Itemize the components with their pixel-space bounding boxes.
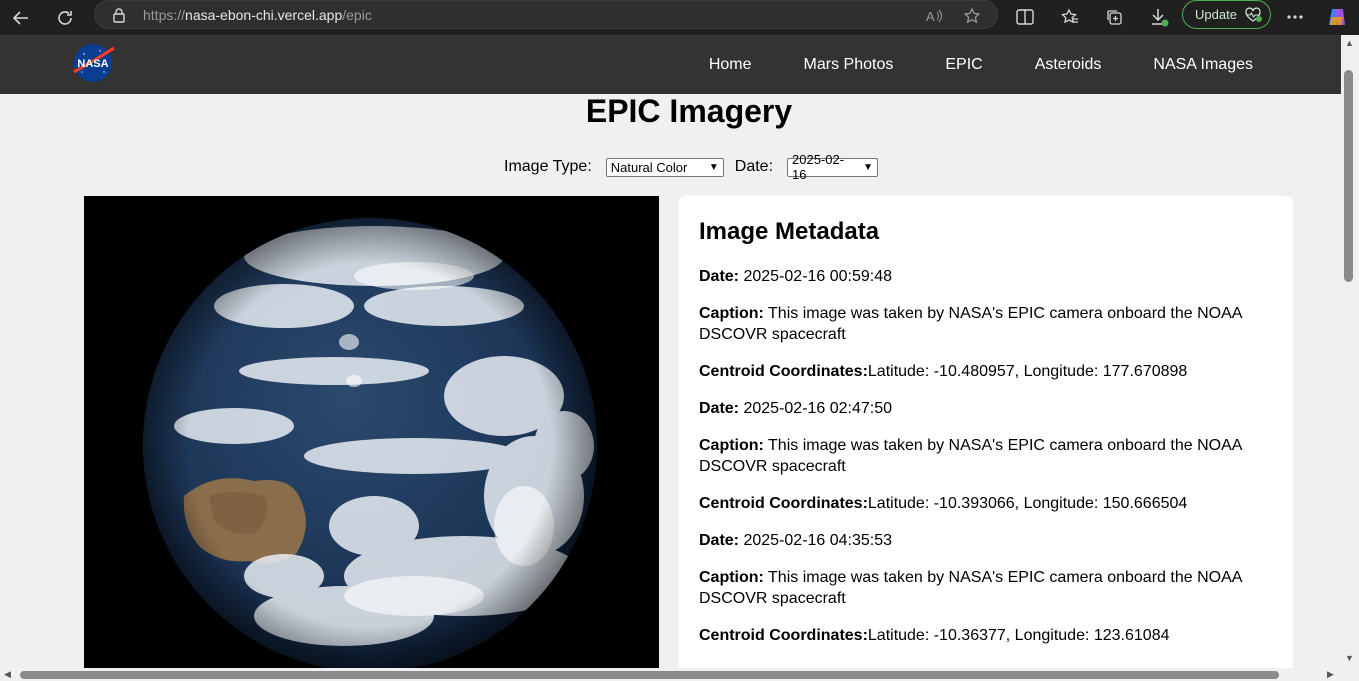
nav-asteroids[interactable]: Asteroids: [1035, 56, 1102, 74]
nasa-logo[interactable]: NASA: [70, 42, 116, 84]
scroll-down-icon[interactable]: ▼: [1345, 653, 1354, 663]
svg-text:A: A: [926, 9, 935, 24]
meta-coords-value: Latitude: -10.480957, Longitude: 177.670…: [867, 363, 1188, 380]
image-type-select[interactable]: Natural Color ▼: [605, 157, 724, 177]
image-type-label: Image Type:: [504, 158, 592, 175]
page-title: EPIC Imagery: [585, 93, 793, 129]
scroll-right-icon[interactable]: ▶: [1327, 669, 1334, 680]
downloads-icon[interactable]: [1146, 4, 1172, 30]
url-text[interactable]: https://nasa-ebon-chi.vercel.app/epic: [143, 7, 372, 23]
meta-caption: Caption: This image was taken by NASA's …: [699, 567, 1273, 609]
epic-earth-image: [84, 196, 659, 668]
chevron-down-icon: ▼: [863, 161, 874, 173]
split-screen-icon[interactable]: [1012, 4, 1038, 30]
meta-coords-label: Centroid Coordinates:: [699, 627, 868, 644]
meta-date-label: Date:: [699, 268, 740, 285]
nav-epic[interactable]: EPIC: [945, 56, 982, 74]
meta-caption-value: This image was taken by NASA's EPIC came…: [699, 569, 1242, 607]
meta-coords: Centroid Coordinates:Latitude: -10.36377…: [699, 625, 1273, 646]
nav-nasa-images[interactable]: NASA Images: [1153, 56, 1253, 74]
filter-controls: Image Type: Natural Color ▼ Date: 2025-0…: [504, 152, 879, 182]
meta-date-label: Date:: [699, 532, 740, 549]
meta-coords-label: Centroid Coordinates:: [699, 495, 868, 512]
meta-caption: Caption: This image was taken by NASA's …: [699, 303, 1273, 345]
nav-home[interactable]: Home: [709, 56, 752, 74]
meta-coords-label: Centroid Coordinates:: [699, 363, 868, 380]
nav-mars-photos[interactable]: Mars Photos: [804, 56, 894, 74]
url-host: nasa-ebon-chi.vercel.app: [185, 7, 343, 23]
image-type-value: Natural Color: [610, 159, 688, 175]
svg-text:NASA: NASA: [77, 58, 108, 70]
meta-coords-value: Latitude: -10.393066, Longitude: 150.666…: [867, 495, 1188, 512]
metadata-heading: Image Metadata: [699, 218, 880, 245]
collections-icon[interactable]: [1101, 4, 1127, 30]
scroll-up-icon[interactable]: ▲: [1345, 38, 1354, 48]
meta-coords: Centroid Coordinates:Latitude: -10.39306…: [699, 493, 1273, 514]
meta-caption-label: Caption:: [699, 305, 764, 322]
chevron-down-icon: ▼: [708, 161, 719, 173]
url-path: /epic: [342, 7, 372, 23]
meta-date-label: Date:: [699, 400, 740, 417]
url-scheme: https://: [143, 7, 186, 23]
date-value: 2025-02-16: [792, 152, 845, 182]
update-button[interactable]: Update: [1182, 0, 1271, 29]
meta-date: Date: 2025-02-16 04:35:53: [699, 530, 1273, 551]
meta-date-value: 2025-02-16 00:59:48: [743, 268, 893, 285]
meta-caption-value: This image was taken by NASA's EPIC came…: [699, 437, 1242, 475]
read-aloud-icon[interactable]: A: [924, 6, 944, 26]
meta-caption-label: Caption:: [699, 437, 764, 454]
heart-pulse-icon: [1244, 7, 1262, 26]
meta-date: Date: 2025-02-16 00:59:48: [699, 266, 1273, 287]
update-label: Update: [1195, 7, 1237, 22]
vertical-scroll-thumb[interactable]: [1344, 70, 1353, 282]
metadata-card: Image Metadata Date: 2025-02-16 00:59:48…: [679, 196, 1293, 668]
horizontal-scrollbar[interactable]: ◀ ▶: [0, 668, 1359, 681]
date-select[interactable]: 2025-02-16 ▼: [787, 152, 879, 182]
meta-caption-value: This image was taken by NASA's EPIC came…: [699, 305, 1242, 343]
scroll-left-icon[interactable]: ◀: [4, 669, 11, 680]
favorites-icon[interactable]: [1057, 4, 1083, 30]
meta-coords-value: Latitude: -10.36377, Longitude: 123.6108…: [867, 627, 1170, 644]
lock-icon[interactable]: [112, 7, 126, 28]
copilot-icon[interactable]: [1324, 4, 1350, 30]
meta-caption-label: Caption:: [699, 569, 764, 586]
date-label: Date:: [734, 158, 774, 175]
meta-coords: Centroid Coordinates:Latitude: -10.48095…: [699, 361, 1273, 382]
favorite-star-icon[interactable]: [962, 6, 982, 26]
meta-date: Date: 2025-02-16 02:47:50: [699, 398, 1273, 419]
more-menu-icon[interactable]: [1282, 4, 1308, 30]
meta-caption: Caption: This image was taken by NASA's …: [699, 435, 1273, 477]
meta-date-value: 2025-02-16 04:35:53: [743, 532, 893, 549]
site-header: NASA Home Mars Photos EPIC Asteroids NAS…: [0, 35, 1341, 94]
page-viewport: NASA Home Mars Photos EPIC Asteroids NAS…: [0, 35, 1341, 668]
vertical-scrollbar[interactable]: ▲ ▼: [1341, 35, 1359, 668]
back-icon[interactable]: [7, 4, 35, 32]
refresh-icon[interactable]: [51, 4, 79, 32]
browser-toolbar: https://nasa-ebon-chi.vercel.app/epic A …: [0, 0, 1359, 35]
horizontal-scroll-thumb[interactable]: [20, 671, 1279, 679]
address-bar[interactable]: https://nasa-ebon-chi.vercel.app/epic A: [94, 0, 998, 29]
main-nav: Home Mars Photos EPIC Asteroids NASA Ima…: [709, 35, 1253, 94]
meta-date-value: 2025-02-16 02:47:50: [743, 400, 893, 417]
